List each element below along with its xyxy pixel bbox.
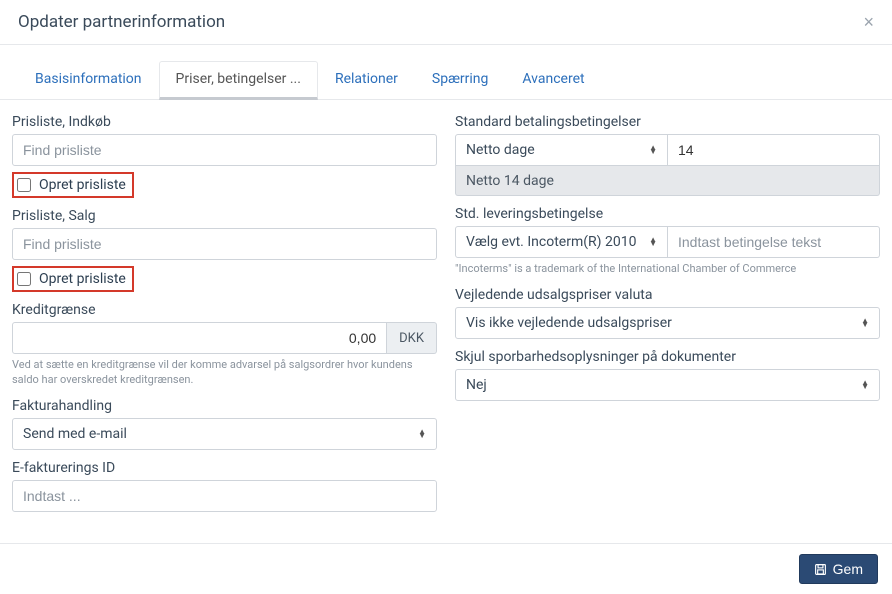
- save-button[interactable]: Gem: [799, 554, 878, 584]
- udsalgspriser-label: Vejledende udsalgspriser valuta: [455, 287, 880, 303]
- leveringsbetingelse-text-input[interactable]: [668, 226, 880, 258]
- efakturering-label: E-fakturerings ID: [12, 460, 437, 476]
- opret-prisliste-indkob-checkbox[interactable]: [17, 178, 31, 192]
- modal-footer: Gem: [0, 543, 892, 594]
- modal-title: Opdater partnerinformation: [18, 12, 225, 32]
- left-column: Prisliste, Indkøb Opret prisliste Prisli…: [12, 114, 437, 512]
- tab-priser-betingelser[interactable]: Priser, betingelser ...: [159, 61, 318, 100]
- opret-prisliste-salg-row: Opret prisliste: [12, 266, 134, 292]
- kreditgraense-help: Ved at sætte en kreditgrænse vil der kom…: [12, 358, 437, 388]
- chevron-updown-icon: ▲▼: [861, 319, 869, 327]
- tab-content: Prisliste, Indkøb Opret prisliste Prisli…: [0, 100, 892, 520]
- opret-prisliste-indkob-label: Opret prisliste: [39, 177, 126, 193]
- opret-prisliste-salg-checkbox[interactable]: [17, 272, 31, 286]
- chevron-updown-icon: ▲▼: [418, 430, 426, 438]
- leveringsbetingelse-help: "Incoterms" is a trademark of the Intern…: [455, 262, 880, 277]
- sporbarhed-label: Skjul sporbarhedsoplysninger på dokument…: [455, 349, 880, 365]
- udsalgspriser-select[interactable]: Vis ikke vejledende udsalgspriser ▲▼: [455, 307, 880, 339]
- chevron-updown-icon: ▲▼: [861, 381, 869, 389]
- prisliste-salg-label: Prisliste, Salg: [12, 208, 437, 224]
- tab-spaerring[interactable]: Spærring: [415, 61, 506, 100]
- kreditgraense-label: Kreditgrænse: [12, 302, 437, 318]
- chevron-updown-icon: ▲▼: [649, 146, 657, 154]
- fakturahandling-label: Fakturahandling: [12, 398, 437, 414]
- prisliste-indkob-input[interactable]: [12, 134, 437, 166]
- fakturahandling-value: Send med e-mail: [23, 426, 127, 442]
- sporbarhed-value: Nej: [466, 377, 487, 393]
- opret-prisliste-indkob-row: Opret prisliste: [12, 172, 134, 198]
- tab-avanceret[interactable]: Avanceret: [505, 61, 601, 100]
- close-button[interactable]: ×: [863, 13, 874, 31]
- betalingsbetingelser-type-select[interactable]: Netto dage ▲▼: [455, 134, 668, 166]
- betalingsbetingelser-type-value: Netto dage: [466, 142, 535, 158]
- kreditgraense-currency: DKK: [387, 322, 437, 354]
- save-icon: [814, 563, 827, 576]
- save-button-label: Gem: [833, 561, 863, 577]
- betalingsbetingelser-days-input[interactable]: [668, 134, 880, 166]
- leveringsbetingelse-label: Std. leveringsbetingelse: [455, 206, 880, 222]
- udsalgspriser-value: Vis ikke vejledende udsalgspriser: [466, 315, 672, 331]
- tab-relationer[interactable]: Relationer: [318, 61, 415, 100]
- prisliste-salg-input[interactable]: [12, 228, 437, 260]
- sporbarhed-select[interactable]: Nej ▲▼: [455, 369, 880, 401]
- fakturahandling-select[interactable]: Send med e-mail ▲▼: [12, 418, 437, 450]
- betalingsbetingelser-label: Standard betalingsbetingelser: [455, 114, 880, 130]
- tabs: Basisinformation Priser, betingelser ...…: [0, 61, 892, 100]
- chevron-updown-icon: ▲▼: [649, 238, 657, 246]
- leveringsbetingelse-select[interactable]: Vælg evt. Incoterm(R) 2010 ▲▼: [455, 226, 668, 258]
- efakturering-input[interactable]: [12, 480, 437, 512]
- modal-header: Opdater partnerinformation ×: [0, 0, 892, 45]
- right-column: Standard betalingsbetingelser Netto dage…: [455, 114, 880, 512]
- betalingsbetingelser-display: Netto 14 dage: [455, 166, 880, 196]
- kreditgraense-input[interactable]: [12, 322, 387, 354]
- tab-basisinformation[interactable]: Basisinformation: [18, 61, 159, 100]
- leveringsbetingelse-select-value: Vælg evt. Incoterm(R) 2010: [466, 234, 636, 250]
- prisliste-indkob-label: Prisliste, Indkøb: [12, 114, 437, 130]
- opret-prisliste-salg-label: Opret prisliste: [39, 271, 126, 287]
